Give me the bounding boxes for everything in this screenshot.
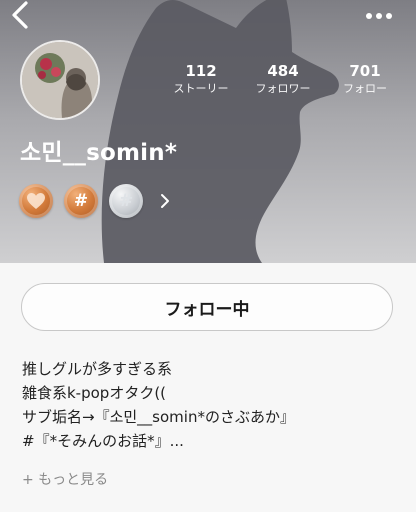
following-label: フォロー xyxy=(343,82,387,95)
more-options-button[interactable] xyxy=(364,8,394,22)
username: 소민__somin* xyxy=(20,140,178,166)
more-dots-icon xyxy=(366,13,392,19)
avatar-photo xyxy=(22,42,98,118)
stories-stat[interactable]: 112 ストーリー xyxy=(167,62,235,96)
following-button[interactable]: フォロー中 xyxy=(21,283,393,331)
following-stat[interactable]: 701 フォロー xyxy=(334,62,396,96)
badges-more-button[interactable] xyxy=(158,192,172,210)
back-button[interactable] xyxy=(6,0,36,32)
avatar[interactable] xyxy=(20,40,100,120)
bio: 推しグルが多すぎる系 雑食系k-popオタク(( サブ垢名→『소민__somin… xyxy=(22,357,407,453)
show-more-link[interactable]: + もっと見る xyxy=(22,469,108,489)
chevron-left-icon xyxy=(12,1,28,29)
hashtag-silver-icon: # xyxy=(118,191,134,211)
heart-icon xyxy=(27,193,45,209)
stories-count: 112 xyxy=(185,62,217,80)
heart-badge-icon[interactable] xyxy=(19,184,53,218)
followers-stat[interactable]: 484 フォロワー xyxy=(249,62,317,96)
followers-count: 484 xyxy=(267,62,299,80)
hashtag-badge-icon[interactable]: # xyxy=(64,184,98,218)
followers-label: フォロワー xyxy=(255,82,311,95)
bio-line: サブ垢名→『소민__somin*のさぶあか』 xyxy=(22,408,295,426)
following-count: 701 xyxy=(349,62,381,80)
hashtag-silver-badge-icon[interactable]: # xyxy=(109,184,143,218)
bio-line: #『*そみんのお話*』... xyxy=(22,432,184,450)
chevron-right-icon xyxy=(161,194,169,208)
bio-line: 雑食系k-popオタク(( xyxy=(22,384,167,402)
profile-header: 112 ストーリー 484 フォロワー 701 フォロー 소민__somin* … xyxy=(0,0,416,263)
bio-line: 推しグルが多すぎる系 xyxy=(22,360,173,378)
stories-label: ストーリー xyxy=(173,82,229,95)
hashtag-icon: # xyxy=(73,191,89,211)
